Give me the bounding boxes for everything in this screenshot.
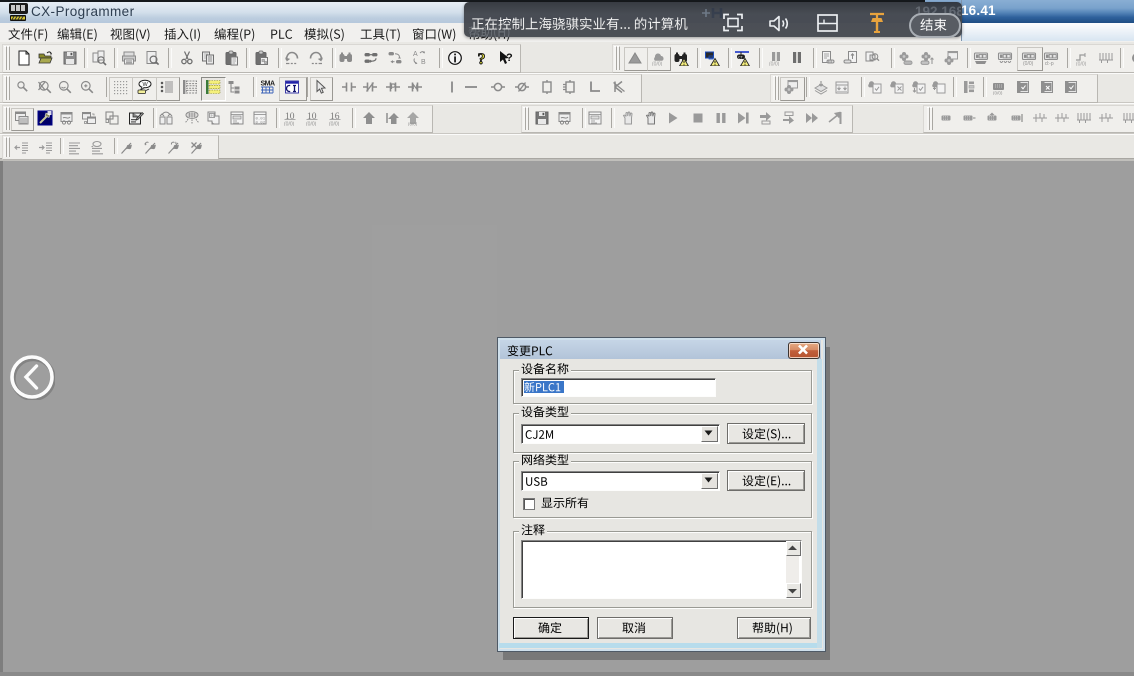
svg-text:(0/0): (0/0) (284, 122, 295, 127)
svg-text:16: 16 (330, 112, 340, 122)
svg-text:(0/0): (0/0) (1076, 62, 1087, 67)
svg-text:(0/0): (0/0) (769, 62, 780, 67)
svg-text:SMA: SMA (260, 81, 275, 88)
svg-text:B: B (421, 59, 426, 66)
svg-text:?: ? (506, 52, 513, 64)
svg-text:CT: CT (738, 56, 743, 60)
svg-text:W: W (143, 82, 149, 88)
svg-text:10: 10 (307, 112, 317, 122)
svg-text:(0/0): (0/0) (408, 122, 418, 127)
svg-text:?: ? (478, 51, 486, 66)
svg-text:(0/0): (0/0) (1023, 61, 1034, 66)
svg-text:0.02: 0.02 (255, 122, 265, 126)
svg-text:10: 10 (285, 112, 295, 122)
svg-text:(0/0): (0/0) (306, 122, 317, 127)
svg-text:(0/0): (0/0) (993, 91, 1003, 96)
svg-text:d:-p: d:-p (1045, 61, 1054, 66)
svg-text:H: H (211, 113, 214, 118)
svg-text:(0/0): (0/0) (652, 62, 663, 67)
svg-text:(0/0): (0/0) (329, 122, 340, 127)
svg-text:A: A (413, 51, 418, 58)
